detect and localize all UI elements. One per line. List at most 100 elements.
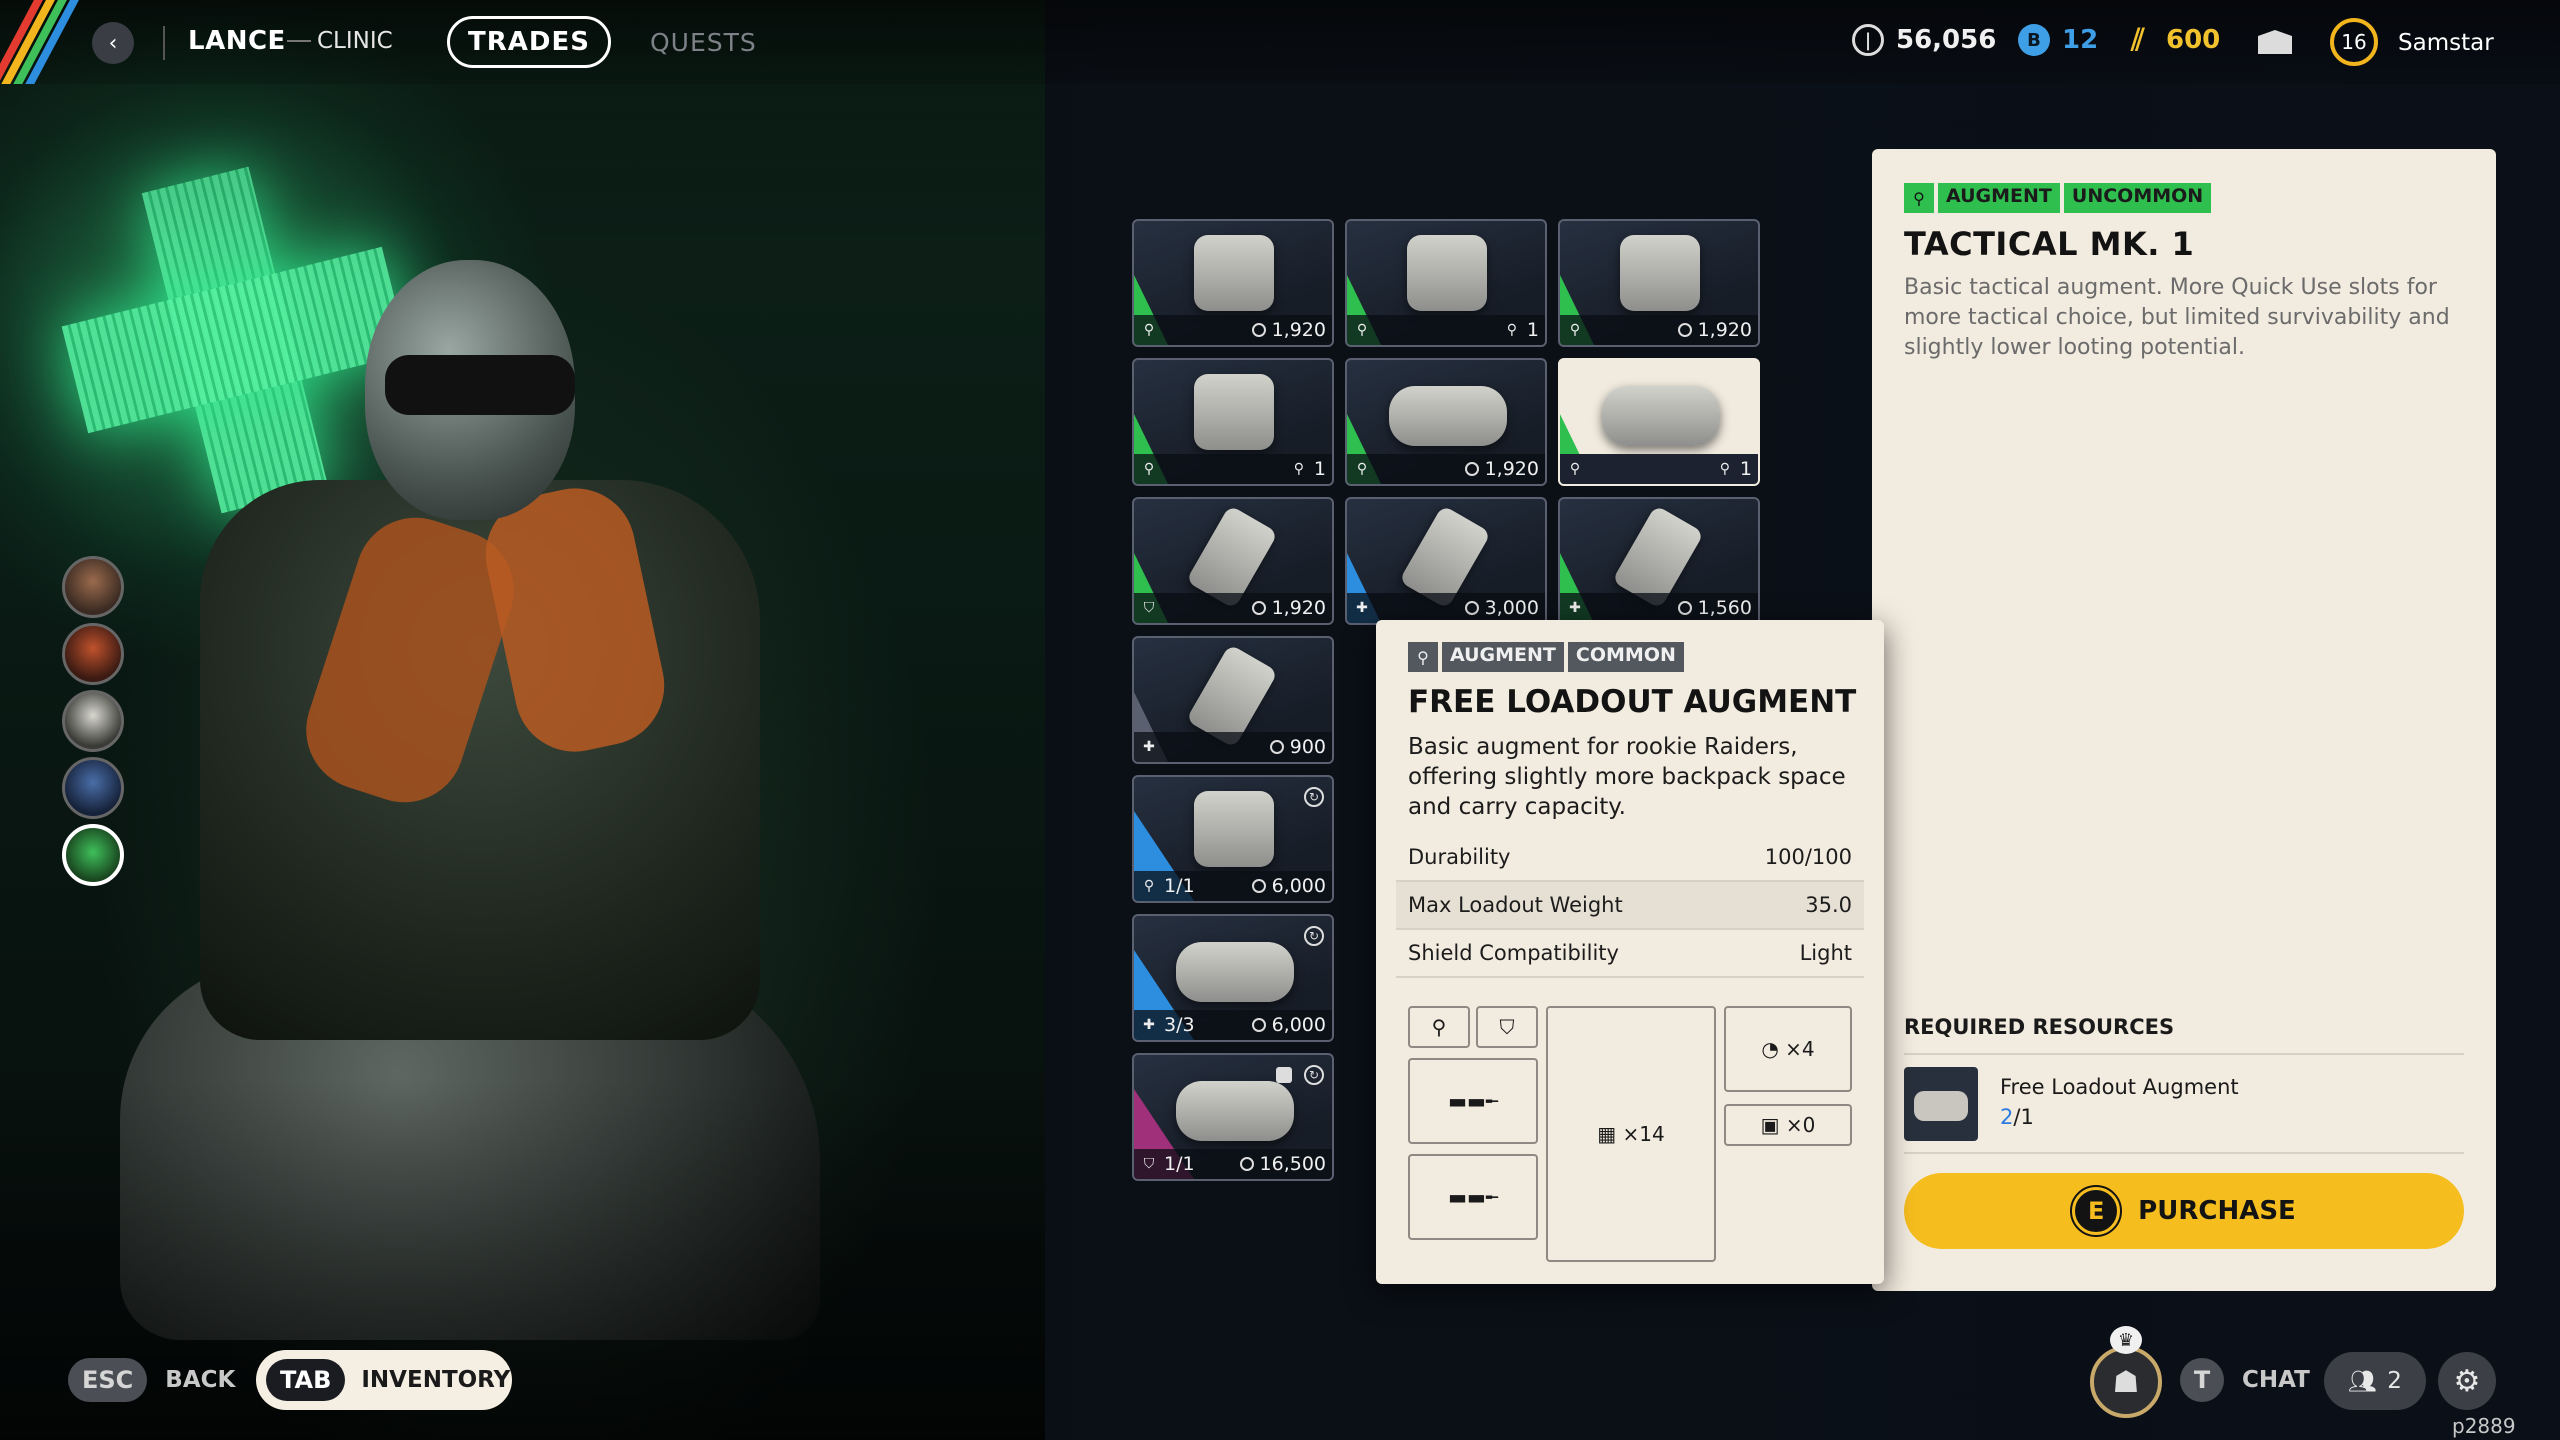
chevron-left-icon: ‹ [108, 30, 118, 56]
bottom-bar: ESC BACK TAB INVENTORY ☗ ♛ T CHAT 👥︎ 2 ⚙ … [0, 1326, 2560, 1440]
item-image [1176, 942, 1294, 1002]
stock-count: 1/1 [1164, 875, 1195, 897]
coin-icon [1269, 740, 1284, 754]
back-prompt[interactable]: ESC BACK [68, 1358, 235, 1402]
item-image [1602, 386, 1720, 446]
item-detail-panel: ⚲ AUGMENT UNCOMMON TACTICAL MK. 1 Basic … [1872, 149, 2496, 1291]
stat-durability: Durability 100/100 [1396, 834, 1864, 882]
item-price: 3,000 [1484, 597, 1539, 619]
trade-item-slot[interactable]: ✚ 3,000 [1345, 497, 1547, 625]
augment-icon: ⚲ [1904, 183, 1934, 213]
item-description: Basic tactical augment. More Quick Use s… [1904, 275, 2450, 360]
trade-item-slot[interactable]: ↻ ⛉ 1/1 16,500 [1132, 1053, 1334, 1181]
required-item-thumbnail [1904, 1067, 1978, 1141]
safe-pocket-slots: ▣ ×0 [1724, 1104, 1852, 1146]
augment-icon: ⚲ [1408, 642, 1438, 672]
stat-max-loadout-weight: Max Loadout Weight 35.0 [1396, 882, 1864, 930]
trade-item-slot[interactable]: ⚲ ⚲ 1 [1558, 358, 1760, 486]
grid-icon: ▦ [1597, 1122, 1617, 1146]
augment-icon: ⚲ [1143, 878, 1155, 894]
coin-icon: | [1852, 24, 1884, 56]
mail-icon[interactable] [2258, 30, 2292, 54]
vendor-portrait-list [62, 556, 124, 891]
stock-count: 1/1 [1164, 1153, 1195, 1175]
tab-key: TAB [266, 1359, 346, 1401]
augment-icon: ⚲ [1719, 461, 1731, 477]
vendor-portrait-2[interactable] [62, 623, 124, 685]
augment-slot: ⚲ [1408, 1006, 1470, 1048]
tab-quests[interactable]: QUESTS [650, 28, 757, 57]
medkit-icon: ✚ [1356, 600, 1368, 616]
trade-item-slot[interactable]: ⚲ 1,920 [1558, 219, 1760, 347]
trade-item-slot[interactable]: ✚ 900 [1132, 636, 1334, 764]
refresh-icon: ↻ [1304, 1065, 1324, 1085]
vendor-portrait-3[interactable] [62, 690, 124, 752]
required-item-quantity: 2/1 [2000, 1105, 2034, 1129]
chat-prompt[interactable]: T CHAT [2180, 1358, 2310, 1402]
item-price: 1,920 [1271, 319, 1326, 341]
item-title: TACTICAL MK. 1 [1904, 225, 2195, 263]
vendor-name: LANCE [188, 26, 286, 56]
trade-item-slot[interactable]: ⚲ 1,920 [1132, 219, 1334, 347]
refresh-icon: ↻ [1304, 926, 1324, 946]
top-bar: ‹ LANCE CLINIC TRADES QUESTS | 56,056 B 12… [0, 0, 2560, 84]
item-price: 1 [1526, 319, 1539, 341]
trade-item-slot[interactable]: ⚲ ⚲ 1 [1345, 219, 1547, 347]
tooltip-category-tag: AUGMENT [1442, 642, 1564, 672]
settings-button[interactable]: ⚙ [2438, 1352, 2496, 1410]
purchase-button[interactable]: E PURCHASE [1904, 1173, 2464, 1249]
trade-item-slot[interactable]: ↻ ✚ 3/3 6,000 [1132, 914, 1334, 1042]
vendor-portrait-1[interactable] [62, 556, 124, 618]
augment-icon: ⚲ [1569, 322, 1581, 338]
item-price: 1,920 [1271, 597, 1326, 619]
trade-item-slot[interactable]: ⚲ ⚲ 1 [1132, 358, 1334, 486]
weapon-slot-1: ▬▬╾ [1408, 1058, 1538, 1144]
augment-icon: ⚲ [1356, 322, 1368, 338]
safe-pocket-icon: ▣ [1760, 1113, 1780, 1137]
back-arrow-button[interactable]: ‹ [92, 22, 134, 64]
trade-item-slot[interactable]: ✚ 1,560 [1558, 497, 1760, 625]
esc-key: ESC [68, 1358, 148, 1402]
required-item-name: Free Loadout Augment [2000, 1075, 2239, 1099]
coin-icon [1251, 323, 1266, 337]
rifle-icon: ▬▬╾ [1448, 1089, 1498, 1113]
gear-icon: ⚙ [2453, 1363, 2481, 1399]
lock-icon [1276, 1067, 1292, 1083]
coin-icon [1251, 879, 1266, 893]
trade-item-slot[interactable]: ⛉ 1,920 [1132, 497, 1334, 625]
item-image [1194, 791, 1274, 867]
item-price: 1 [1739, 458, 1752, 480]
item-price: 6,000 [1271, 875, 1326, 897]
crown-icon: ♛ [2110, 1326, 2142, 1354]
trader-screen: ‹ LANCE CLINIC TRADES QUESTS | 56,056 B 12… [0, 0, 2560, 1440]
augment-icon: ⚲ [1431, 1015, 1447, 1039]
required-resources-heading: REQUIRED RESOURCES [1904, 1015, 2175, 1039]
augment-icon: ⚲ [1569, 461, 1581, 477]
item-price: 1,560 [1697, 597, 1752, 619]
tooltip-description: Basic augment for rookie Raiders, offeri… [1408, 734, 1846, 820]
backpack-slots: ▦ ×14 [1546, 1006, 1716, 1262]
tab-trades[interactable]: TRADES [447, 16, 611, 68]
vendor-portrait-lance[interactable] [62, 824, 124, 886]
vendor-scene [0, 0, 1045, 1440]
inventory-button[interactable]: TAB INVENTORY [256, 1350, 512, 1410]
coin-icon [1251, 1018, 1266, 1032]
username[interactable]: Samstar [2398, 30, 2494, 56]
coin-icon [1464, 462, 1479, 476]
vendor-portrait-4[interactable] [62, 757, 124, 819]
item-price: 1,920 [1697, 319, 1752, 341]
item-price: 6,000 [1271, 1014, 1326, 1036]
coin-icon [1677, 323, 1692, 337]
quick-use-slots: ◔ ×4 [1724, 1006, 1852, 1092]
trade-item-slot[interactable]: ↻ ⚲ 1/1 6,000 [1132, 775, 1334, 903]
tooltip-rarity-tag: COMMON [1567, 642, 1684, 672]
purchase-key-hint: E [2070, 1185, 2123, 1237]
trade-item-slot[interactable]: ⚲ 1,920 [1345, 358, 1547, 486]
level-badge[interactable]: 16 [2330, 18, 2378, 66]
party-leader-icon[interactable]: ☗ [2090, 1346, 2162, 1418]
chat-key: T [2180, 1358, 2224, 1402]
augment-icon: ⚲ [1143, 461, 1155, 477]
shield-slot: ⛉ [1476, 1006, 1538, 1048]
item-image [1194, 235, 1274, 311]
friends-button[interactable]: 👥︎ 2 [2324, 1352, 2426, 1410]
